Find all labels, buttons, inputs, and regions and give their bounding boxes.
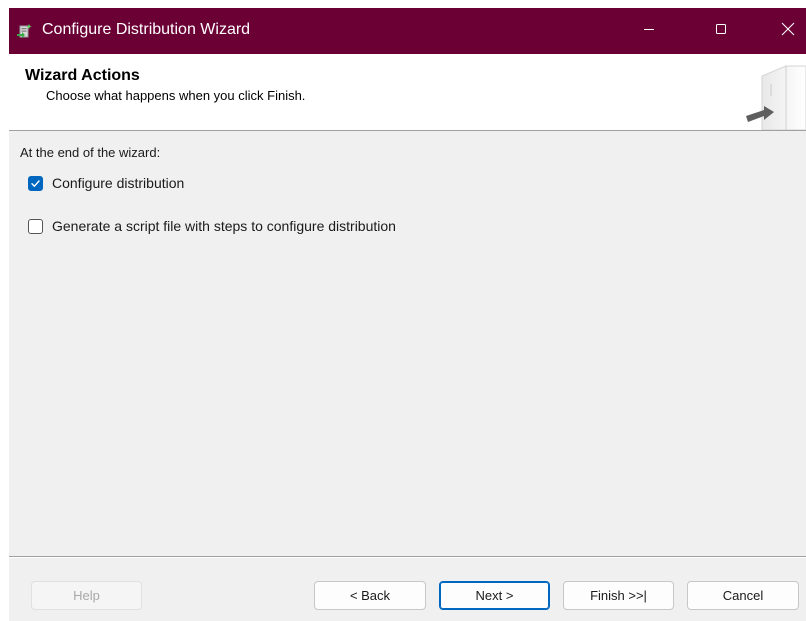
wizard-body: At the end of the wizard: Configure dist… <box>9 131 806 556</box>
back-button[interactable]: < Back <box>314 581 426 610</box>
minimize-button[interactable] <box>626 8 672 54</box>
help-button[interactable]: Help <box>31 581 142 610</box>
configure-distribution-checkbox[interactable] <box>28 175 43 191</box>
title-bar[interactable]: Configure Distribution Wizard <box>9 8 806 54</box>
checkmark-icon <box>31 179 40 187</box>
maximize-button[interactable] <box>698 8 744 54</box>
intro-label: At the end of the wizard: <box>20 145 161 160</box>
page-subtitle: Choose what happens when you click Finis… <box>46 88 306 103</box>
close-button[interactable] <box>765 8 806 54</box>
page-title: Wizard Actions <box>25 67 140 84</box>
configure-distribution-option[interactable]: Configure distribution <box>28 175 184 191</box>
generate-script-option[interactable]: Generate a script file with steps to con… <box>28 218 396 234</box>
wizard-app-icon <box>15 22 35 42</box>
wizard-window: Configure Distribution Wizard Wizard Act… <box>9 8 806 621</box>
close-icon <box>781 22 795 41</box>
cancel-button[interactable]: Cancel <box>687 581 799 610</box>
minimize-icon <box>643 22 655 40</box>
finish-button[interactable]: Finish >>| <box>563 581 674 610</box>
wizard-graphic-icon <box>742 60 806 131</box>
next-button[interactable]: Next > <box>439 581 550 610</box>
generate-script-label: Generate a script file with steps to con… <box>52 218 396 234</box>
maximize-icon <box>715 22 727 40</box>
generate-script-checkbox[interactable] <box>28 218 43 234</box>
configure-distribution-label: Configure distribution <box>52 175 185 191</box>
footer-divider <box>9 556 806 558</box>
window-title: Configure Distribution Wizard <box>42 21 251 38</box>
wizard-header: Wizard Actions Choose what happens when … <box>9 54 806 131</box>
